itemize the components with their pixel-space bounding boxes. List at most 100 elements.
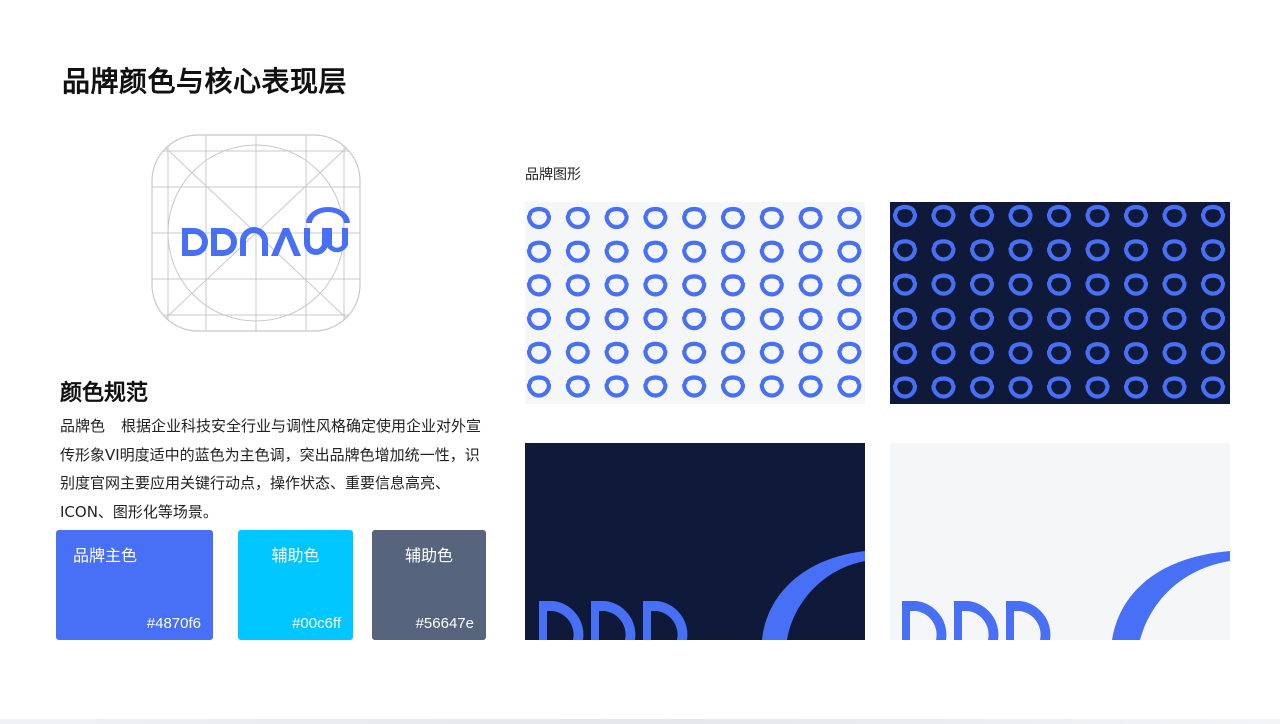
u-shape-icon [682,341,707,364]
u-shape-icon [1200,376,1226,399]
u-shape-icon [604,240,629,263]
u-shape-icon [1123,239,1149,262]
u-shape-icon [643,240,668,263]
u-shape-icon [1008,273,1033,296]
u-shape-icon [1085,273,1110,296]
u-shape-icon [565,375,590,398]
u-shape-icon [1123,342,1149,365]
u-shape-icon [720,274,746,297]
u-shape-icon [837,274,862,297]
u-shape-icon [837,375,862,398]
u-shape-icon [798,308,823,331]
u-shape-icon [759,341,784,364]
page-title: 品牌颜色与核心表现层 [62,65,348,98]
u-shape-icon [1085,307,1110,330]
u-shape-icon [798,240,823,263]
u-shape-icon [604,206,629,230]
u-shape-icon [892,239,918,262]
u-shape-icon [1162,307,1187,330]
u-shape-icon [1008,376,1033,399]
u-shape-icon [798,341,823,364]
brand-color-label: 品牌色 [60,417,106,435]
pattern-panel-dark [890,202,1230,404]
u-shape-icon [1046,239,1072,262]
u-shape-icon [604,375,629,398]
u-shape-icon [1123,376,1149,399]
u-shape-icon [969,239,995,262]
u-shape-icon [1008,239,1033,262]
u-shape-icon [892,204,918,228]
u-shape-icon [643,375,668,398]
brand-pattern-label: 品牌图形 [525,167,581,183]
u-shape-icon [969,204,995,228]
u-shape-icon [837,341,862,364]
icon-pattern-light [526,206,862,398]
u-shape-icon [682,375,707,398]
u-shape-icon [798,206,823,230]
u-shape-icon [1046,376,1072,399]
u-shape-icon [931,204,956,228]
u-shape-icon [759,206,784,230]
u-shape-icon [931,342,956,365]
u-shape-icon [1162,342,1187,365]
u-shape-icon [682,206,707,230]
u-shape-icon [931,307,956,330]
description-text: 根据企业科技安全行业与调性风格确定使用企业对外宣传形象VI明度适中的蓝色为主色调… [60,417,482,521]
color-spec-description: 品牌色 根据企业科技安全行业与调性风格确定使用企业对外宣传形象VI明度适中的蓝色为… [60,412,490,526]
u-shape-icon [604,308,629,331]
u-shape-icon [969,273,995,296]
u-shape-icon [643,308,668,331]
u-shape-icon [969,376,995,399]
logo-crop-graphic-light [902,551,1230,640]
u-shape-icon [892,273,918,296]
u-shape-icon [682,274,707,297]
u-shape-icon [1200,307,1226,330]
bottom-divider [0,719,1280,724]
u-shape-icon [837,308,862,331]
swatch-name: 品牌主色 [73,546,138,565]
u-shape-icon [969,307,995,330]
u-shape-icon [931,376,956,399]
u-shape-icon [604,274,629,297]
u-shape-icon [1200,204,1226,228]
ddnavv-logo-mark [182,207,350,256]
u-shape-icon [720,206,746,230]
u-shape-icon [1085,342,1110,365]
u-shape-icon [643,206,668,230]
swatch-secondary-slate: 辅助色 #56647e [372,530,486,640]
u-shape-icon [1046,307,1072,330]
logo-construction-grid [150,133,362,333]
u-shape-icon [720,375,746,398]
color-spec-title: 颜色规范 [60,381,149,406]
u-shape-icon [526,375,552,398]
u-shape-icon [1085,239,1110,262]
u-shape-icon [526,274,552,297]
swatch-name: 辅助色 [404,546,453,565]
u-shape-icon [1123,273,1149,296]
u-shape-icon [1008,307,1033,330]
swatch-secondary-cyan: 辅助色 #00c6ff [238,530,353,640]
u-shape-icon [969,342,995,365]
u-shape-icon [892,342,918,365]
u-shape-icon [759,240,784,263]
u-shape-icon [759,308,784,331]
u-shape-icon [1162,273,1187,296]
swatch-hex: #00c6ff [292,615,341,632]
u-shape-icon [682,240,707,263]
u-shape-icon [526,206,552,230]
u-shape-icon [1162,204,1187,228]
u-shape-icon [720,240,746,263]
u-shape-icon [1046,342,1072,365]
u-shape-icon [1085,204,1110,228]
u-shape-icon [526,341,552,364]
u-shape-icon [837,240,862,263]
u-shape-icon [1162,239,1187,262]
u-shape-icon [1008,342,1033,365]
u-shape-icon [1162,376,1187,399]
icon-pattern-dark [892,204,1226,399]
u-shape-icon [565,308,590,331]
u-shape-icon [565,274,590,297]
u-shape-icon [526,308,552,331]
u-shape-icon [1046,204,1072,228]
u-shape-icon [720,308,746,331]
